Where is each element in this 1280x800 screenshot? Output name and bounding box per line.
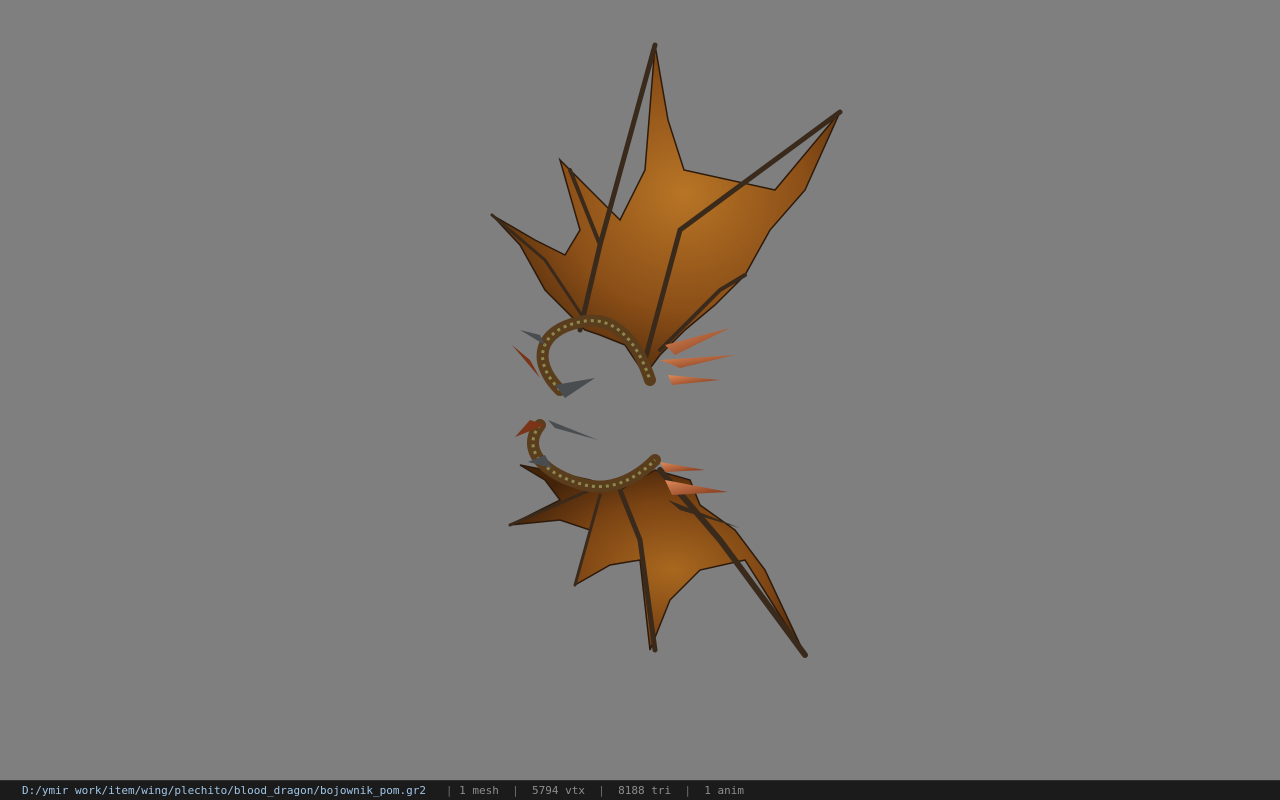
status-separator: | xyxy=(512,784,519,797)
vertex-count: 5794 vtx xyxy=(531,784,585,797)
status-separator: | xyxy=(445,784,453,797)
model-file-path: D:/ymir work/item/wing/plechito/blood_dr… xyxy=(22,784,426,797)
animation-count: 1 anim xyxy=(704,784,744,797)
status-separator: | xyxy=(598,784,605,797)
triangle-count: 8188 tri xyxy=(618,784,672,797)
3d-viewport[interactable] xyxy=(0,0,1280,780)
wing-model-render[interactable] xyxy=(0,0,1280,780)
mesh-count: 1 mesh xyxy=(459,784,499,797)
status-bar: D:/ymir work/item/wing/plechito/blood_dr… xyxy=(0,780,1280,800)
status-separator: | xyxy=(684,784,691,797)
lower-wing xyxy=(508,419,808,658)
upper-wing xyxy=(490,42,843,398)
